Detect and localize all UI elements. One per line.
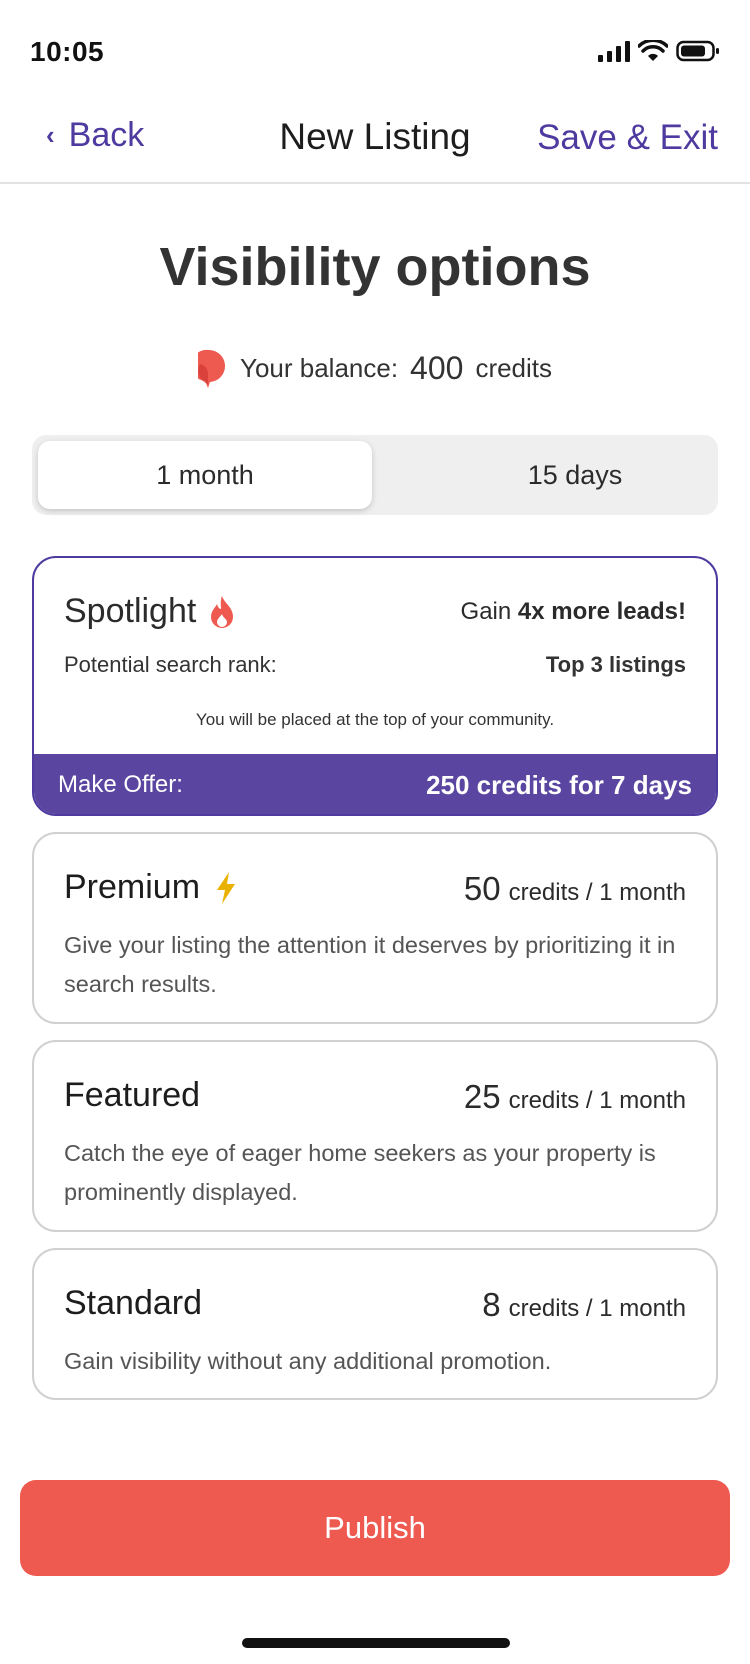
battery-icon xyxy=(676,40,719,62)
home-indicator xyxy=(242,1638,510,1648)
signal-icon xyxy=(598,40,630,62)
price-suffix: credits / 1 month xyxy=(508,1087,686,1114)
chevron-left-icon: ‹ xyxy=(46,120,55,150)
standard-title: Standard xyxy=(64,1284,202,1323)
tier-name: Standard xyxy=(64,1284,202,1322)
balance-amount: 400 xyxy=(410,349,464,386)
status-time: 10:05 xyxy=(30,36,105,67)
back-label: Back xyxy=(68,116,145,154)
premium-title: Premium xyxy=(64,868,238,907)
tab-1-month[interactable]: 1 month xyxy=(38,441,372,509)
balance-unit: credits xyxy=(475,352,553,383)
publish-button[interactable]: Publish xyxy=(20,1480,730,1576)
make-offer-bar[interactable]: Make Offer: 250 credits for 7 days xyxy=(34,754,716,814)
back-button[interactable]: ‹ Back xyxy=(46,116,144,155)
tier-price: 50 credits / 1 month xyxy=(464,870,686,908)
price-suffix: credits / 1 month xyxy=(508,879,686,906)
price-number: 8 xyxy=(482,1286,501,1323)
wifi-icon xyxy=(638,40,668,61)
premium-card[interactable]: Premium 50 credits / 1 month Give your l… xyxy=(32,832,718,1024)
balance-row: Your balance: 400 credits xyxy=(0,348,750,388)
status-icons xyxy=(598,40,720,62)
tier-name: Premium xyxy=(64,868,201,906)
save-exit-button[interactable]: Save & Exit xyxy=(537,118,718,158)
rank-value: Top 3 listings xyxy=(545,652,686,677)
gain-bold: 4x more leads! xyxy=(517,598,686,625)
page-title: Visibility options xyxy=(159,237,591,297)
flame-icon xyxy=(211,595,234,628)
tier-description: Gain visibility without any additional p… xyxy=(64,1348,552,1374)
spotlight-gain: Gain 4x more leads! xyxy=(461,598,686,626)
tier-price: 8 credits / 1 month xyxy=(482,1286,686,1324)
tier-description: Catch the eye of eager home seekers as y… xyxy=(64,1140,656,1205)
lightning-icon xyxy=(217,871,236,904)
standard-card[interactable]: Standard 8 credits / 1 month Gain visibi… xyxy=(32,1248,718,1400)
spotlight-card[interactable]: Spotlight Gain 4x more leads! Potential … xyxy=(32,556,718,816)
tier-description: Give your listing the attention it deser… xyxy=(64,932,676,997)
price-number: 25 xyxy=(463,1078,501,1115)
spotlight-note: You will be placed at the top of your co… xyxy=(195,710,555,729)
tab-15-days[interactable]: 15 days xyxy=(408,441,742,509)
credits-logo-icon xyxy=(197,349,225,388)
price-number: 50 xyxy=(463,870,501,907)
spotlight-name: Spotlight xyxy=(64,592,197,630)
spotlight-title: Spotlight xyxy=(64,592,236,631)
featured-title: Featured xyxy=(64,1076,200,1115)
tier-name: Featured xyxy=(64,1076,201,1114)
rank-label: Potential search rank: xyxy=(64,652,277,677)
featured-card[interactable]: Featured 25 credits / 1 month Catch the … xyxy=(32,1040,718,1232)
tier-price: 25 credits / 1 month xyxy=(464,1078,686,1116)
nav-bar: ‹ Back New Listing Save & Exit xyxy=(0,92,750,184)
balance-label: Your balance: xyxy=(239,352,399,383)
offer-value: 250 credits for 7 days xyxy=(426,769,692,800)
price-suffix: credits / 1 month xyxy=(508,1295,686,1322)
gain-prefix: Gain xyxy=(460,598,518,625)
offer-label: Make Offer: xyxy=(58,771,183,798)
duration-tabs: 1 month 15 days xyxy=(32,435,718,515)
